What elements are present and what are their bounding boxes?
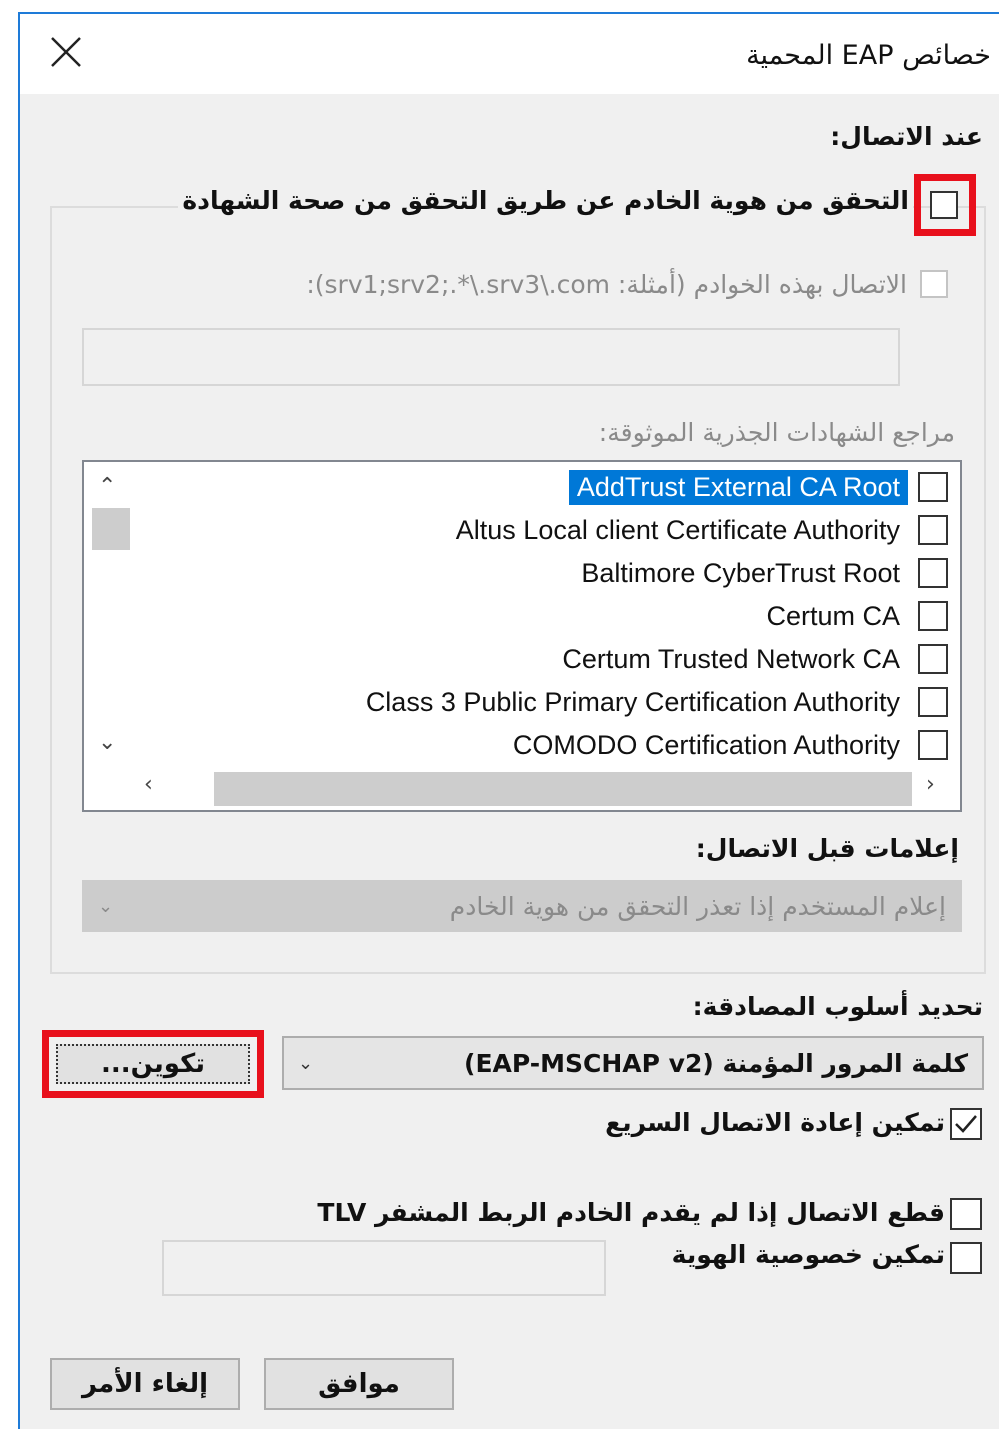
configure-button[interactable]: تكوين... [56, 1044, 250, 1084]
identity-privacy-checkbox[interactable] [950, 1242, 982, 1274]
connect-servers-checkbox[interactable] [920, 270, 948, 298]
list-item[interactable]: Altus Local client Certificate Authority [448, 510, 948, 550]
connect-servers-input[interactable] [82, 328, 900, 386]
scroll-right-icon[interactable]: › [926, 772, 935, 797]
list-item-checkbox[interactable] [918, 644, 948, 674]
disconnect-tlv-label: قطع الاتصال إذا لم يقدم الخادم الربط الم… [317, 1198, 945, 1227]
list-item-label: Certum Trusted Network CA [562, 643, 900, 674]
scroll-left-icon[interactable]: ‹ [144, 772, 153, 797]
list-item-label: COMODO Certification Authority [512, 729, 900, 760]
list-item-label: Altus Local client Certificate Authority [455, 514, 900, 545]
identity-privacy-label: تمكين خصوصية الهوية [671, 1240, 945, 1269]
connect-servers-label: الاتصال بهذه الخوادم (أمثلة: srv1;srv2;.… [306, 270, 907, 299]
chevron-down-icon: ⌄ [298, 1052, 314, 1074]
list-item[interactable]: Class 3 Public Primary Certification Aut… [358, 682, 948, 722]
list-item-label: Baltimore CyberTrust Root [581, 557, 900, 588]
horizontal-scroll-thumb[interactable] [214, 772, 912, 806]
section-on-connect-label: عند الاتصال: [830, 122, 983, 151]
identity-privacy-input[interactable] [162, 1240, 606, 1296]
trusted-roots-list[interactable]: AddTrust External CA Root Altus Local cl… [82, 460, 962, 812]
fast-reconnect-label: تمكين إعادة الاتصال السريع [605, 1108, 945, 1137]
list-item-checkbox[interactable] [918, 558, 948, 588]
list-item-label: Class 3 Public Primary Certification Aut… [365, 686, 900, 717]
list-item-checkbox[interactable] [918, 515, 948, 545]
list-item-checkbox[interactable] [918, 472, 948, 502]
scroll-down-icon[interactable]: ⌄ [98, 730, 116, 755]
checkmark-icon [955, 1115, 977, 1133]
disconnect-tlv-checkbox[interactable] [950, 1198, 982, 1230]
list-item[interactable]: COMODO Certification Authority [505, 725, 948, 765]
title-bar: خصائص EAP المحمية [20, 14, 999, 94]
verify-server-checkbox[interactable] [930, 191, 958, 219]
scroll-up-icon[interactable]: ⌃ [98, 474, 116, 499]
chevron-down-icon: ⌄ [98, 895, 114, 917]
notifications-select[interactable]: إعلام المستخدم إذا تعذر التحقق من هوية ا… [82, 880, 962, 932]
list-item-checkbox[interactable] [918, 687, 948, 717]
list-item-checkbox[interactable] [918, 601, 948, 631]
notifications-select-value: إعلام المستخدم إذا تعذر التحقق من هوية ا… [449, 891, 946, 921]
list-item[interactable]: Baltimore CyberTrust Root [573, 553, 948, 593]
list-item[interactable]: AddTrust External CA Root [568, 467, 948, 507]
list-item-label: AddTrust External CA Root [568, 469, 908, 505]
cancel-button[interactable]: إلغاء الأمر [50, 1358, 240, 1410]
auth-method-select-value: كلمة المرور المؤمنة (EAP-MSCHAP v2) [464, 1048, 968, 1078]
vertical-scroll-thumb[interactable] [92, 508, 130, 550]
ok-button[interactable]: موافق [264, 1358, 454, 1410]
fast-reconnect-checkbox[interactable] [950, 1108, 982, 1140]
list-item-label: Certum CA [766, 600, 900, 631]
list-item[interactable]: Certum Trusted Network CA [554, 639, 948, 679]
eap-properties-dialog: خصائص EAP المحمية عند الاتصال: التحقق من… [18, 12, 999, 1429]
auth-method-label: تحديد أسلوب المصادقة: [692, 992, 983, 1021]
trusted-roots-label: مراجع الشهادات الجذرية الموثوقة: [598, 418, 955, 447]
window-title: خصائص EAP المحمية [746, 40, 991, 71]
horizontal-scrollbar[interactable]: ‹ › [84, 766, 960, 810]
list-item-checkbox[interactable] [918, 730, 948, 760]
list-item[interactable]: Certum CA [758, 596, 948, 636]
auth-method-select[interactable]: كلمة المرور المؤمنة (EAP-MSCHAP v2) ⌄ [282, 1036, 984, 1090]
close-icon[interactable] [48, 34, 84, 70]
notifications-label: إعلامات قبل الاتصال: [695, 834, 959, 863]
vertical-scrollbar[interactable]: ⌃ ⌄ [84, 462, 132, 768]
verify-server-label: التحقق من هوية الخادم عن طريق التحقق من … [178, 186, 913, 215]
